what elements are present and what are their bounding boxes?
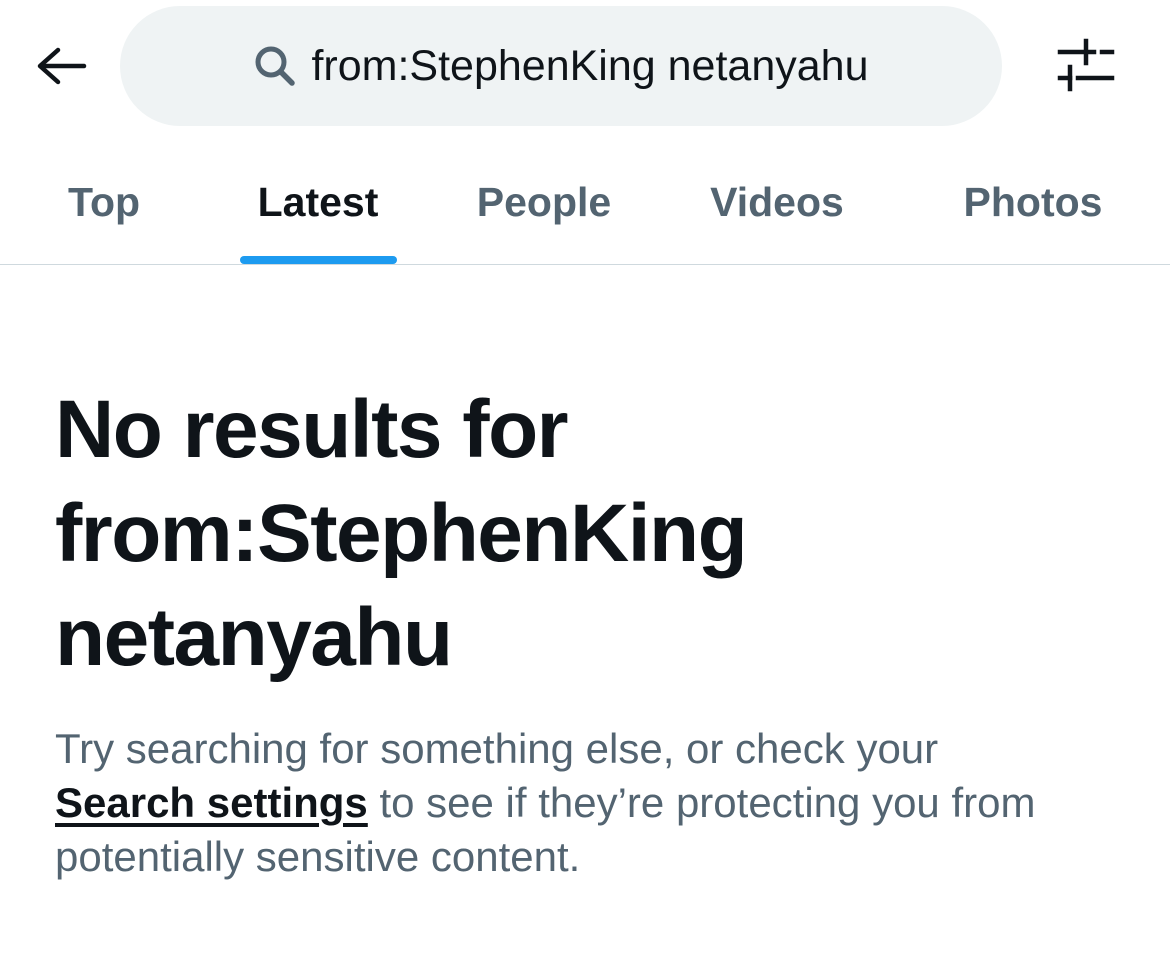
- description-line: potentially sensitive content.: [55, 833, 581, 880]
- active-tab-indicator: [240, 256, 397, 264]
- top-bar: from:StephenKing netanyahu: [0, 0, 1170, 140]
- search-tabs: Top Latest People Videos Photos: [0, 140, 1170, 265]
- tab-videos[interactable]: Videos: [690, 140, 864, 264]
- tab-label: People: [476, 178, 612, 225]
- empty-state-description: Try searching for something else, or che…: [55, 722, 1135, 884]
- arrow-left-icon: [32, 44, 88, 93]
- tab-top[interactable]: Top: [40, 140, 168, 264]
- search-settings-link[interactable]: Search settings: [55, 779, 368, 826]
- search-filter-button[interactable]: [1046, 32, 1126, 102]
- search-input[interactable]: from:StephenKing netanyahu: [120, 6, 1002, 126]
- empty-state-title: No results for from:StephenKing netanyah…: [55, 378, 1135, 690]
- empty-state: No results for from:StephenKing netanyah…: [55, 378, 1135, 884]
- tab-label: Videos: [710, 178, 844, 225]
- tab-label: Top: [67, 178, 141, 225]
- tab-label: Photos: [963, 178, 1103, 225]
- title-line: from:StephenKing: [55, 488, 748, 579]
- title-line: netanyahu: [55, 592, 453, 683]
- tab-label: Latest: [257, 178, 379, 225]
- description-line: Try searching for something else, or che…: [55, 725, 939, 772]
- sliders-icon: [1056, 37, 1116, 98]
- title-line: No results for: [55, 384, 569, 475]
- tab-photos[interactable]: Photos: [944, 140, 1122, 264]
- search-query-text: from:StephenKing netanyahu: [311, 41, 869, 90]
- description-text: to see if they’re protecting you from: [367, 779, 1036, 826]
- search-icon: [253, 44, 297, 88]
- back-button[interactable]: [24, 36, 96, 100]
- tab-people[interactable]: People: [456, 140, 632, 264]
- tab-latest[interactable]: Latest: [236, 140, 400, 264]
